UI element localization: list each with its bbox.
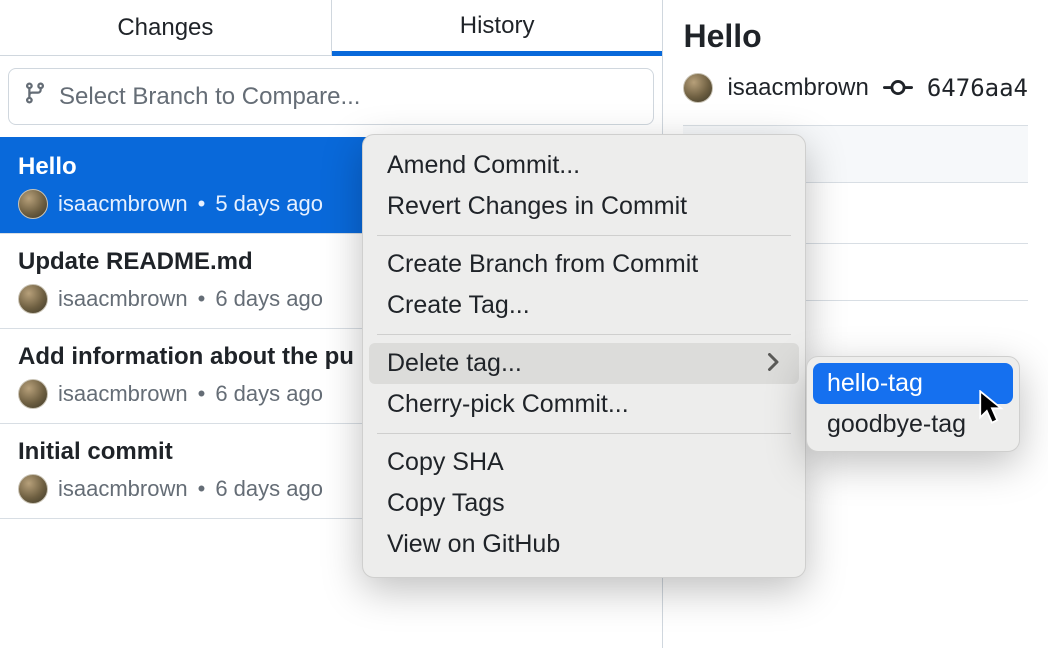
git-commit-icon [883, 73, 913, 103]
menu-label: Create Tag... [387, 291, 530, 320]
detail-commit-author: isaacmbrown [727, 74, 868, 102]
menu-amend-commit[interactable]: Amend Commit... [363, 145, 805, 186]
cursor-icon [978, 390, 1006, 424]
commit-when: 5 days ago [215, 191, 323, 217]
meta-separator: • [198, 191, 206, 217]
menu-label: Amend Commit... [387, 151, 580, 180]
avatar [683, 73, 713, 103]
tab-changes[interactable]: Changes [0, 0, 332, 56]
menu-separator [377, 334, 791, 335]
meta-separator: • [198, 476, 206, 502]
git-branch-icon [23, 81, 47, 112]
commit-when: 6 days ago [215, 476, 323, 502]
commit-author: isaacmbrown [58, 286, 188, 312]
menu-copy-tags[interactable]: Copy Tags [363, 483, 805, 524]
detail-commit-sha: 6476aa4 [927, 74, 1028, 102]
branch-compare-placeholder: Select Branch to Compare... [59, 83, 360, 111]
menu-label: Delete tag... [387, 349, 522, 378]
commit-author: isaacmbrown [58, 476, 188, 502]
menu-separator [377, 235, 791, 236]
menu-revert-changes[interactable]: Revert Changes in Commit [363, 186, 805, 227]
menu-create-tag[interactable]: Create Tag... [363, 285, 805, 326]
commit-author: isaacmbrown [58, 191, 188, 217]
menu-label: View on GitHub [387, 530, 560, 559]
avatar [18, 474, 48, 504]
menu-view-github[interactable]: View on GitHub [363, 524, 805, 565]
detail-commit-title: Hello [683, 18, 1028, 55]
avatar [18, 284, 48, 314]
tabs-bar: Changes History [0, 0, 662, 56]
context-menu: Amend Commit... Revert Changes in Commit… [362, 134, 806, 578]
menu-label: Copy SHA [387, 448, 504, 477]
menu-delete-tag[interactable]: Delete tag... [369, 343, 799, 384]
menu-cherry-pick[interactable]: Cherry-pick Commit... [363, 384, 805, 425]
menu-label: Revert Changes in Commit [387, 192, 687, 221]
detail-commit-meta: isaacmbrown 6476aa4 [683, 73, 1028, 103]
commit-when: 6 days ago [215, 381, 323, 407]
menu-label: Cherry-pick Commit... [387, 390, 629, 419]
branch-compare-select[interactable]: Select Branch to Compare... [8, 68, 654, 125]
avatar [18, 379, 48, 409]
commit-when: 6 days ago [215, 286, 323, 312]
menu-label: Create Branch from Commit [387, 250, 698, 279]
menu-copy-sha[interactable]: Copy SHA [363, 442, 805, 483]
avatar [18, 189, 48, 219]
tab-history[interactable]: History [332, 0, 663, 56]
menu-create-branch[interactable]: Create Branch from Commit [363, 244, 805, 285]
menu-label: Copy Tags [387, 489, 505, 518]
chevron-right-icon [767, 351, 781, 377]
meta-separator: • [198, 381, 206, 407]
meta-separator: • [198, 286, 206, 312]
commit-author: isaacmbrown [58, 381, 188, 407]
menu-separator [377, 433, 791, 434]
